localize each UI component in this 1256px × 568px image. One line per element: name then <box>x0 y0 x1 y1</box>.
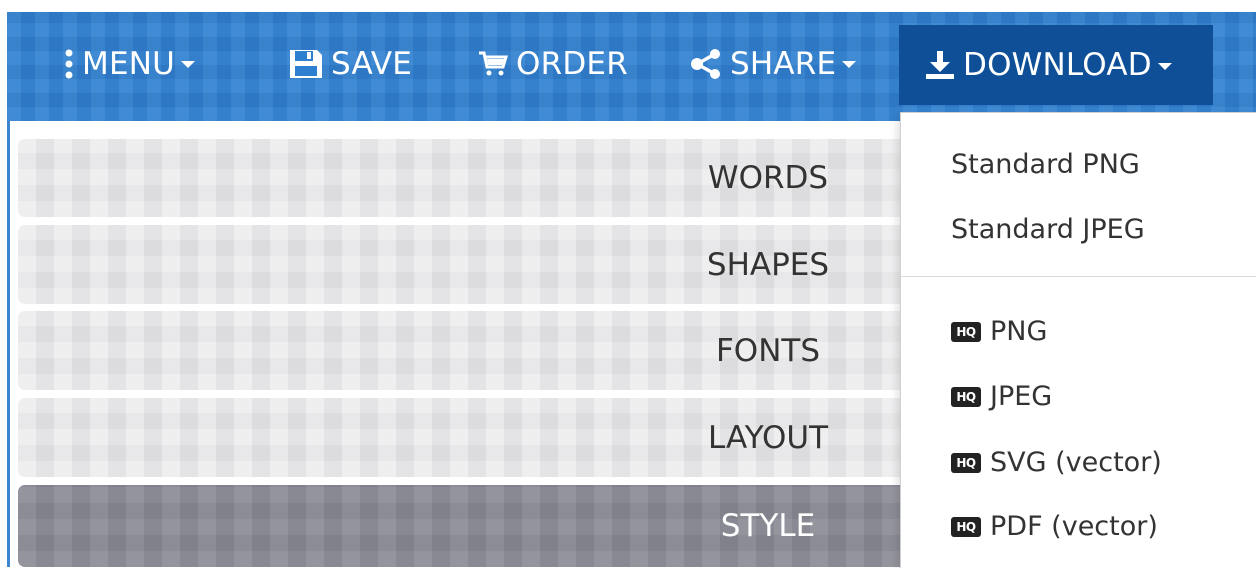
window-top-edge <box>0 0 1256 12</box>
menu-button[interactable]: MENU <box>64 24 196 103</box>
download-icon <box>925 50 955 80</box>
menu-item-label: SVG (vector) <box>990 447 1162 478</box>
share-label: SHARE <box>730 45 837 82</box>
vertical-ellipsis-icon <box>64 49 74 79</box>
menu-item-label: PNG <box>990 316 1048 347</box>
panel-label: LAYOUT <box>707 419 829 456</box>
download-standard-png[interactable]: Standard PNG <box>951 149 1140 180</box>
floppy-disk-icon <box>289 49 323 79</box>
chevron-down-icon <box>1157 62 1172 70</box>
menu-label: MENU <box>82 45 176 82</box>
save-label: SAVE <box>331 45 413 82</box>
panel-label: FONTS <box>715 332 821 369</box>
shopping-cart-icon <box>478 51 508 77</box>
download-button[interactable]: DOWNLOAD <box>899 25 1213 105</box>
panel-label: STYLE <box>720 508 816 544</box>
menu-item-label: Standard PNG <box>951 149 1140 180</box>
menu-item-label: JPEG <box>990 381 1053 412</box>
save-button[interactable]: SAVE <box>289 24 412 103</box>
hq-icon: HQ <box>951 452 981 473</box>
chevron-down-icon <box>181 61 196 68</box>
download-dropdown-menu: Standard PNG Standard JPEG HQ PNG HQ JPE… <box>900 112 1256 568</box>
download-hq-png[interactable]: HQ PNG <box>951 316 1047 347</box>
download-hq-svg[interactable]: HQ SVG (vector) <box>951 447 1162 478</box>
share-button[interactable]: SHARE <box>690 24 857 103</box>
order-button[interactable]: ORDER <box>478 24 628 103</box>
menu-item-label: PDF (vector) <box>990 511 1158 542</box>
share-icon <box>690 48 722 79</box>
menu-item-label: Standard JPEG <box>951 214 1145 245</box>
download-label: DOWNLOAD <box>963 47 1152 83</box>
order-label: ORDER <box>516 45 628 82</box>
download-hq-pdf[interactable]: HQ PDF (vector) <box>951 511 1158 542</box>
chevron-down-icon <box>842 61 857 68</box>
hq-icon: HQ <box>951 321 981 342</box>
menu-divider <box>901 276 1256 277</box>
download-hq-jpeg[interactable]: HQ JPEG <box>951 381 1052 412</box>
hq-icon: HQ <box>951 516 981 537</box>
hq-icon: HQ <box>951 386 981 407</box>
top-toolbar: MENU SAVE ORDER SHARE DOWNLOAD <box>7 12 1256 123</box>
panel-label: WORDS <box>707 160 829 196</box>
download-standard-jpeg[interactable]: Standard JPEG <box>951 214 1145 245</box>
window-left-edge <box>0 12 7 567</box>
panel-label: SHAPES <box>706 246 830 283</box>
